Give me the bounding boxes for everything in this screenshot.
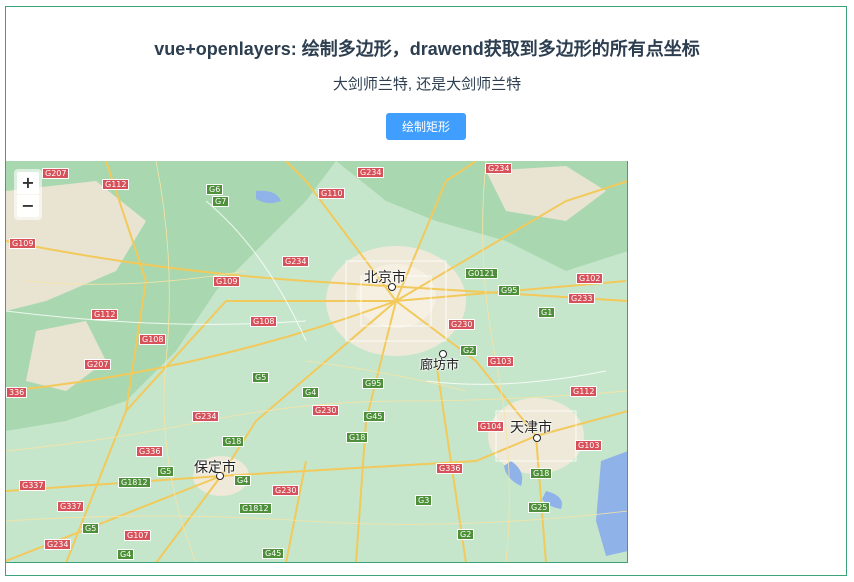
road-shield-label: G110: [318, 188, 346, 199]
road-shield-label: G7: [212, 196, 230, 207]
map-viewport[interactable]: + − 北京市 廊坊市 天津市 保定市 G207 G112 G6 G7 G110 G234…: [6, 161, 628, 563]
road-shield-label: G112: [102, 179, 130, 190]
road-shield-label: G234: [357, 167, 385, 178]
road-shield-label: G95: [498, 285, 521, 296]
zoom-in-button[interactable]: +: [17, 172, 39, 194]
app-container: vue+openlayers: 绘制多边形，drawend获取到多边形的所有点坐…: [5, 6, 847, 576]
road-shield-label: G112: [570, 386, 598, 397]
road-shield-label: G336: [136, 446, 164, 457]
road-shield-label: G102: [576, 273, 604, 284]
road-shield-label: G18: [222, 436, 245, 447]
road-shield-label: G0121: [465, 268, 498, 279]
road-shield-label: G108: [250, 316, 278, 327]
road-shield-label: G234: [192, 411, 220, 422]
road-shield-label: G109: [9, 238, 37, 249]
road-shield-label: G1: [538, 307, 556, 318]
zoom-control: + −: [14, 169, 42, 220]
road-shield-label: G233: [568, 293, 596, 304]
road-shield-label: G18: [346, 432, 369, 443]
road-shield-label: G1812: [239, 503, 272, 514]
road-shield-label: G25: [528, 502, 551, 513]
road-shield-label: G234: [282, 256, 310, 267]
road-shield-label: G104: [477, 421, 505, 432]
page-title: vue+openlayers: 绘制多边形，drawend获取到多边形的所有点坐…: [154, 39, 700, 59]
road-shield-label: G3: [415, 495, 433, 506]
city-label-langfang: 廊坊市: [420, 358, 460, 373]
road-shield-label: G4: [234, 475, 252, 486]
road-shield-label: G337: [19, 480, 47, 491]
road-shield-label: G112: [91, 309, 119, 320]
road-shield-label: G234: [44, 539, 72, 550]
road-shield-label: G2: [457, 529, 475, 540]
road-shield-label: G5: [82, 523, 100, 534]
road-shield-label: 336: [6, 387, 28, 398]
road-shield-label: G18: [530, 468, 553, 479]
road-shield-label: G337: [57, 501, 85, 512]
city-label-baoding: 保定市: [194, 460, 236, 476]
road-shield-label: G103: [487, 356, 515, 367]
road-shield-label: G5: [252, 372, 270, 383]
city-label-tianjin: 天津市: [510, 420, 552, 436]
road-shield-label: G107: [124, 530, 152, 541]
road-shield-label: G45: [262, 548, 285, 559]
road-shield-label: G207: [42, 168, 70, 179]
road-shield-label: G336: [436, 463, 464, 474]
road-shield-label: G6: [206, 184, 224, 195]
road-shield-label: G234: [485, 163, 513, 174]
zoom-out-button[interactable]: −: [17, 195, 39, 217]
road-shield-label: G45: [363, 411, 386, 422]
road-shield-label: G2: [460, 345, 478, 356]
road-shield-label: G230: [272, 485, 300, 496]
road-shield-label: G1812: [118, 477, 151, 488]
road-shield-label: G5: [157, 466, 175, 477]
road-shield-label: G230: [312, 405, 340, 416]
road-shield-label: G103: [575, 440, 603, 451]
road-shield-label: G4: [117, 549, 135, 560]
road-shield-label: G4: [302, 387, 320, 398]
road-shield-label: G230: [448, 319, 476, 330]
city-label-beijing: 北京市: [364, 270, 406, 286]
draw-rectangle-button[interactable]: 绘制矩形: [386, 113, 466, 140]
road-shield-label: G207: [84, 359, 112, 370]
road-shield-label: G95: [362, 378, 385, 389]
road-shield-label: G109: [213, 276, 241, 287]
page-subtitle: 大剑师兰特, 还是大剑师兰特: [332, 76, 522, 93]
road-shield-label: G108: [139, 334, 167, 345]
